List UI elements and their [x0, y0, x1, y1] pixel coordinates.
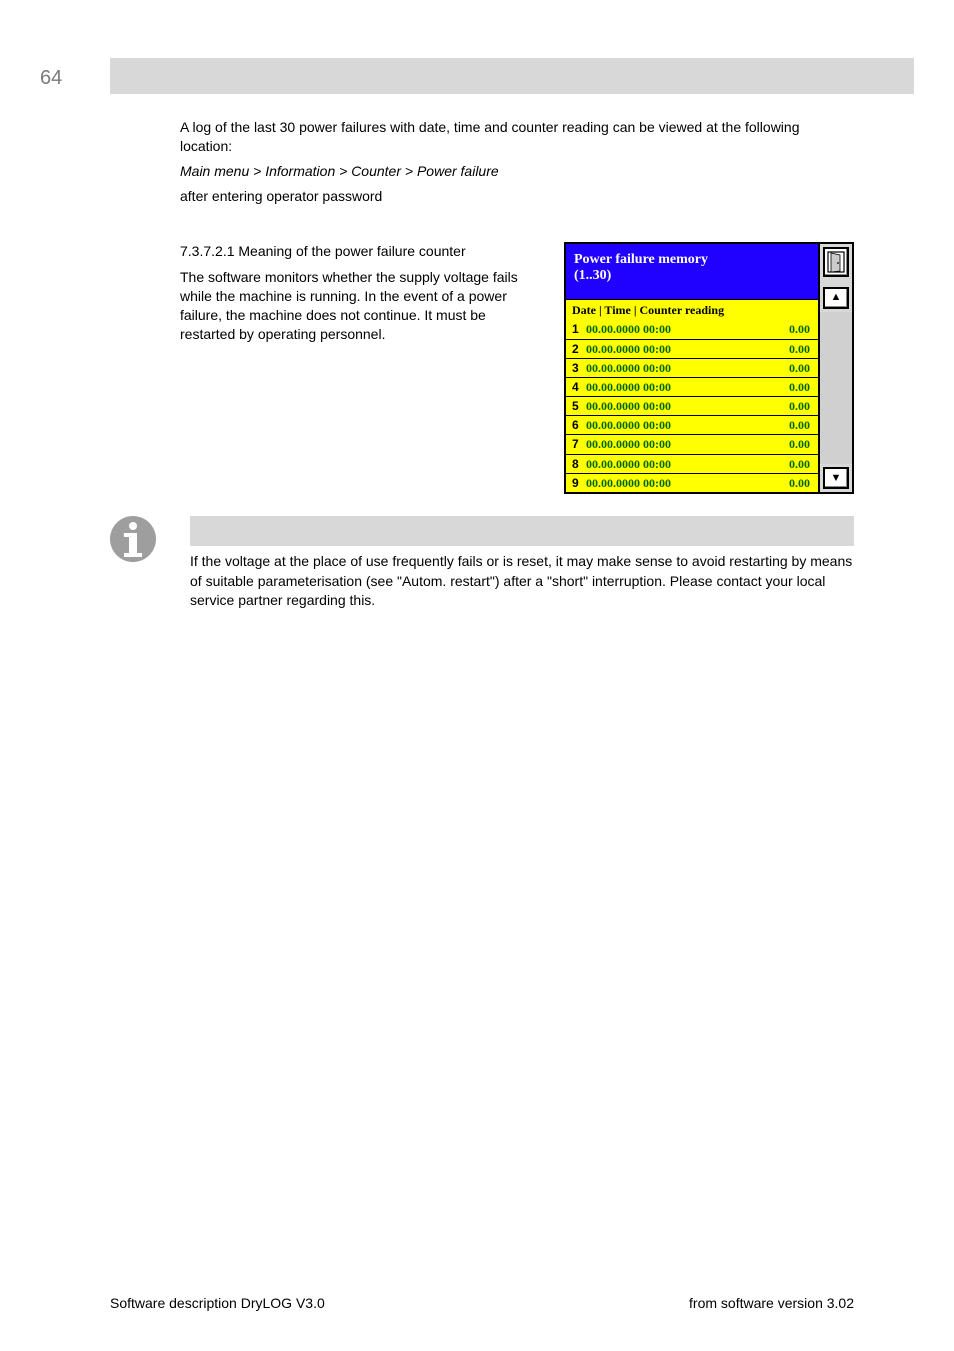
info-bar [190, 516, 854, 546]
intro-menu-path: Main menu > Information > Counter > Powe… [180, 163, 499, 179]
section-body: The software monitors whether the supply… [180, 268, 542, 344]
row-value: 0.00 [789, 398, 812, 414]
hmi-rows: 100.00.0000 00:000.00200.00.0000 00:000.… [566, 320, 818, 492]
row-datetime: 00.00.0000 00:00 [586, 341, 789, 357]
hmi-row: 300.00.0000 00:000.00 [566, 359, 818, 378]
intro-line2: after entering operator password [180, 187, 854, 206]
hmi-title: Power failure memory (1..30) [566, 244, 818, 300]
row-value: 0.00 [789, 341, 812, 357]
scroll-down-button[interactable]: ▼ [823, 467, 849, 489]
row-index: 8 [572, 456, 586, 472]
row-index: 5 [572, 398, 586, 414]
hmi-title-line2: (1..30) [574, 268, 611, 283]
row-datetime: 00.00.0000 00:00 [586, 360, 789, 376]
row-datetime: 00.00.0000 00:00 [586, 379, 789, 395]
row-index: 3 [572, 360, 586, 376]
chevron-up-icon: ▲ [831, 290, 842, 305]
row-index: 6 [572, 417, 586, 433]
footer: Software description DryLOG V3.0 from so… [0, 1295, 954, 1311]
hmi-row: 100.00.0000 00:000.00 [566, 320, 818, 339]
page-header: 64 [0, 0, 954, 94]
info-body: If the voltage at the place of use frequ… [190, 552, 854, 611]
header-bar [110, 58, 914, 94]
scrollbar-track [820, 312, 852, 464]
hmi-row: 600.00.0000 00:000.00 [566, 416, 818, 435]
hmi-row: 400.00.0000 00:000.00 [566, 378, 818, 397]
row-datetime: 00.00.0000 00:00 [586, 417, 789, 433]
row-index: 7 [572, 436, 586, 452]
hmi-panel: Power failure memory (1..30) Date | Time… [564, 242, 854, 494]
footer-left: Software description DryLOG V3.0 [110, 1295, 325, 1311]
footer-right: from software version 3.02 [689, 1295, 854, 1311]
scroll-up-button[interactable]: ▲ [823, 287, 849, 309]
row-datetime: 00.00.0000 00:00 [586, 321, 789, 337]
row-index: 2 [572, 341, 586, 357]
door-icon [827, 251, 845, 273]
row-value: 0.00 [789, 360, 812, 376]
row-value: 0.00 [789, 436, 812, 452]
row-datetime: 00.00.0000 00:00 [586, 475, 789, 491]
row-value: 0.00 [789, 456, 812, 472]
row-value: 0.00 [789, 417, 812, 433]
hmi-row: 500.00.0000 00:000.00 [566, 397, 818, 416]
row-index: 9 [572, 475, 586, 491]
row-value: 0.00 [789, 379, 812, 395]
hmi-row: 700.00.0000 00:000.00 [566, 435, 818, 454]
row-datetime: 00.00.0000 00:00 [586, 456, 789, 472]
hmi-title-line1: Power failure memory [574, 252, 708, 267]
section-heading: 7.3.7.2.1 Meaning of the power failure c… [180, 242, 542, 261]
info-icon [110, 516, 156, 562]
intro-line1: A log of the last 30 power failures with… [180, 118, 854, 156]
chevron-down-icon: ▼ [831, 471, 842, 486]
hmi-row: 200.00.0000 00:000.00 [566, 340, 818, 359]
row-datetime: 00.00.0000 00:00 [586, 398, 789, 414]
exit-button[interactable] [823, 247, 849, 277]
hmi-row: 900.00.0000 00:000.00 [566, 474, 818, 492]
row-datetime: 00.00.0000 00:00 [586, 436, 789, 452]
row-value: 0.00 [789, 475, 812, 491]
hmi-row: 800.00.0000 00:000.00 [566, 455, 818, 474]
page-number: 64 [40, 67, 110, 94]
hmi-subtitle: Date | Time | Counter reading [566, 299, 818, 320]
row-index: 4 [572, 379, 586, 395]
row-value: 0.00 [789, 321, 812, 337]
row-index: 1 [572, 321, 586, 337]
